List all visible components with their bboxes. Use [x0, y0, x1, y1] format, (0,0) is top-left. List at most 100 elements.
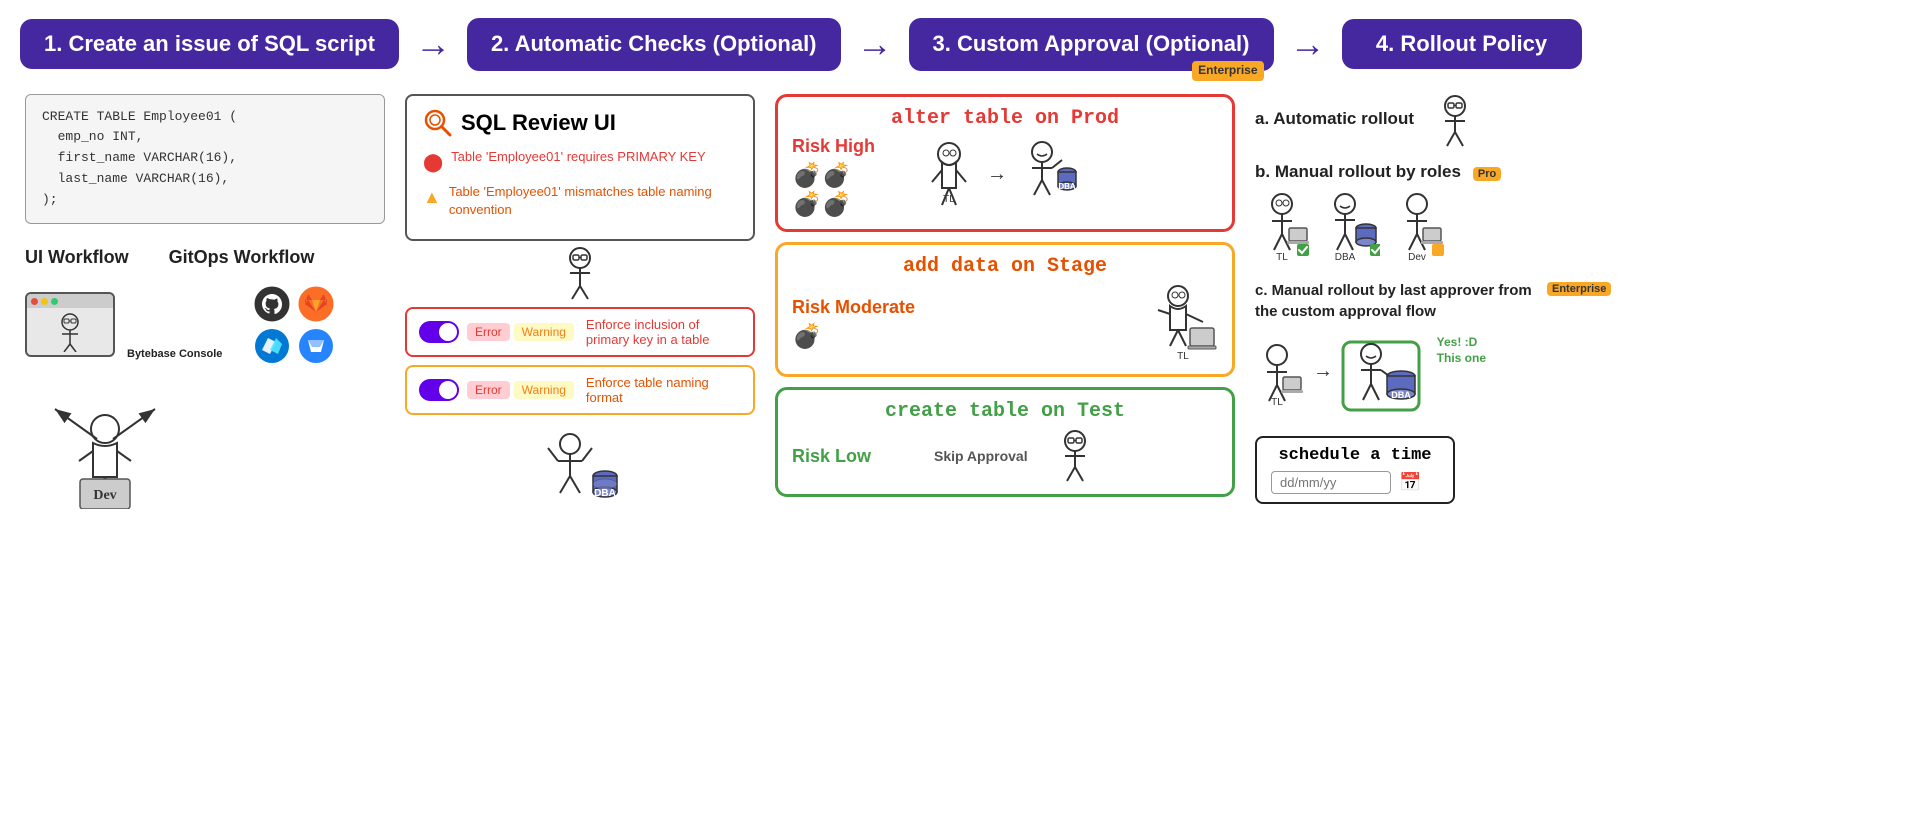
approval-box-green: create table on Test Risk Low Skip Appro… — [775, 387, 1235, 497]
roles-figures: TL — [1255, 192, 1885, 267]
warning-icon: ▲ — [423, 185, 441, 210]
bitbucket-icon — [298, 328, 334, 364]
toggle-error[interactable] — [419, 321, 459, 343]
rule-text-error: Enforce inclusion of primary key in a ta… — [586, 317, 741, 347]
tl-laptop-svg: TL — [1148, 284, 1218, 359]
dot-yellow — [41, 298, 48, 305]
approval-header-prod: alter table on Prod — [792, 107, 1218, 130]
sql-review-title-text: SQL Review UI — [461, 110, 616, 136]
risk-moderate-label: Risk Moderate — [792, 297, 915, 318]
svg-text:DBA: DBA — [1058, 182, 1076, 191]
window-body — [27, 308, 113, 355]
section-1: CREATE TABLE Employee01 ( emp_no INT, fi… — [25, 94, 395, 809]
svg-text:TL: TL — [1177, 351, 1189, 359]
rollout-item-a: a. Automatic rollout — [1255, 94, 1885, 149]
svg-text:Dev: Dev — [1408, 252, 1426, 262]
calendar-icon[interactable]: 📅 — [1399, 472, 1421, 493]
error-icon: ⬤ — [423, 150, 443, 175]
dev-role-figure: Dev — [1390, 192, 1445, 267]
review-warning-text: Table 'Employee01' mismatches table nami… — [449, 183, 737, 219]
approval-box-yellow: add data on Stage Risk Moderate 💣 — [775, 242, 1235, 377]
approval-content-red: Risk High 💣💣💣💣 — [792, 136, 1218, 219]
arrow-1-2: → — [415, 23, 451, 65]
badge-error-1: Error — [467, 323, 510, 341]
rollout-a-row: a. Automatic rollout — [1255, 94, 1885, 149]
rollout-c-header: c. Manual rollout by last approver from … — [1255, 280, 1885, 326]
dba-figure-red-svg: DBA — [1017, 140, 1077, 210]
content-row: CREATE TABLE Employee01 ( emp_no INT, fi… — [20, 94, 1900, 809]
console-label: Bytebase Console — [127, 348, 222, 360]
svg-text:Dev: Dev — [93, 488, 116, 503]
schedule-date-input[interactable] — [1271, 471, 1391, 494]
step-2-box: 2. Automatic Checks (Optional) — [467, 18, 841, 71]
skip-figure-svg — [1050, 429, 1100, 484]
arrow-2-3: → — [857, 23, 893, 65]
section-2: SQL Review UI ⬤ Table 'Employee01' requi… — [395, 94, 765, 809]
dba-last-approver-svg: DBA — [1341, 332, 1421, 412]
dba-last-approver-area: DBA Yes! :D This one — [1341, 332, 1421, 417]
dba-figure-svg — [550, 244, 610, 304]
risk-moderate-area: Risk Moderate 💣 — [792, 297, 915, 351]
step-2-label: 2. Automatic Checks (Optional) — [491, 31, 817, 56]
rollout-b-header: b. Manual rollout by roles Pro — [1255, 162, 1885, 186]
rollout-item-c: c. Manual rollout by last approver from … — [1255, 280, 1885, 417]
gitlab-icon — [298, 286, 334, 322]
schedule-title: schedule a time — [1271, 446, 1439, 465]
bomb-single: 💣 — [792, 322, 915, 351]
step-4-box: 4. Rollout Policy — [1342, 19, 1582, 69]
steps-row: 1. Create an issue of SQL script → 2. Au… — [20, 10, 1900, 79]
ui-workflow-label: UI Workflow — [25, 247, 129, 268]
svg-text:DBA: DBA — [1335, 252, 1356, 262]
section-4: a. Automatic rollout — [1245, 94, 1895, 809]
approval-header-test: create table on Test — [792, 400, 1218, 423]
magnifier-icon — [423, 108, 453, 138]
dba-db-svg: DBA — [540, 428, 620, 508]
review-item-error: ⬤ Table 'Employee01' requires PRIMARY KE… — [423, 148, 737, 175]
dev-role-svg: Dev — [1390, 192, 1445, 262]
enterprise-badge-step3: Enterprise — [1192, 61, 1263, 81]
badge-warning-1: Warning — [514, 323, 574, 341]
console-figure-svg — [40, 312, 100, 352]
svg-text:DBA: DBA — [1391, 390, 1411, 400]
dba-role-figure: DBA — [1320, 192, 1380, 267]
svg-text:TL: TL — [1276, 252, 1288, 262]
sql-review-box: SQL Review UI ⬤ Table 'Employee01' requi… — [405, 94, 755, 242]
pro-badge: Pro — [1473, 167, 1501, 181]
rollout-b-label: b. Manual rollout by roles — [1255, 162, 1461, 182]
tl-role-figure: TL — [1255, 192, 1310, 267]
gitops-top-icons — [254, 286, 334, 322]
toggle-warning[interactable] — [419, 379, 459, 401]
arrow-tl-dba-c: → — [1313, 360, 1333, 383]
sql-review-title: SQL Review UI — [423, 108, 737, 138]
approval-content-green: Risk Low Skip Approval — [792, 429, 1218, 484]
rule-box-error: Error Warning Enforce inclusion of prima… — [405, 307, 755, 357]
svg-text:TL: TL — [1271, 397, 1283, 405]
console-window-icon — [25, 292, 115, 357]
schedule-input-row: 📅 — [1271, 471, 1439, 494]
rule-badges-warning: Error Warning — [467, 381, 574, 399]
step-3-box: 3. Custom Approval (Optional) Enterprise — [909, 18, 1274, 71]
dba-role-svg: DBA — [1320, 192, 1380, 262]
svg-text:DBA: DBA — [594, 488, 616, 499]
tl-role-svg: TL — [1255, 192, 1310, 262]
tl-figure: TL — [922, 140, 977, 215]
dot-green — [51, 298, 58, 305]
rollout-item-b: b. Manual rollout by roles Pro — [1255, 162, 1885, 267]
tl-figure-svg: TL — [922, 140, 977, 210]
rule-text-warning: Enforce table naming format — [586, 375, 741, 405]
gitops-workflow-label: GitOps Workflow — [169, 247, 315, 268]
rule-badges-error: Error Warning — [467, 323, 574, 341]
dev-figure-area: Dev — [25, 389, 385, 509]
window-titlebar — [27, 294, 113, 308]
last-approver-figures: TL → — [1255, 332, 1885, 417]
tl-laptop-figure: TL — [1148, 284, 1218, 364]
yes-label: Yes! :D — [1437, 335, 1478, 349]
main-container: 1. Create an issue of SQL script → 2. Au… — [0, 0, 1920, 819]
bombs-area: 💣💣💣💣 — [792, 161, 912, 219]
gitops-bottom-icons — [254, 328, 334, 364]
rollout-a-label: a. Automatic rollout — [1255, 109, 1414, 129]
azure-devops-icon — [254, 328, 290, 364]
arrows-svg: Dev — [25, 389, 225, 509]
review-item-warning: ▲ Table 'Employee01' mismatches table na… — [423, 183, 737, 219]
risk-high-area: Risk High 💣💣💣💣 — [792, 136, 912, 219]
